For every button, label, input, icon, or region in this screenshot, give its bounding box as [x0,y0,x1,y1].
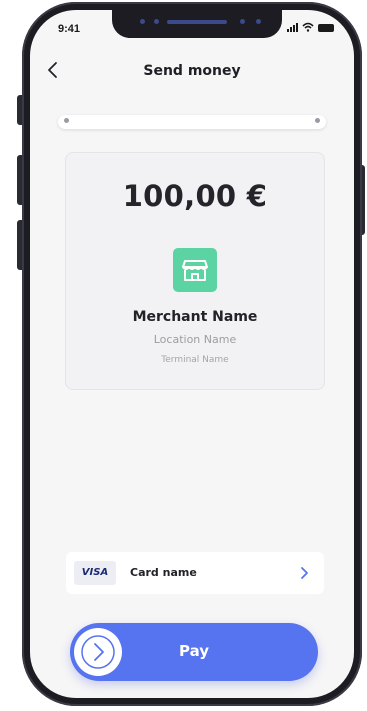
visa-logo: VISA [74,561,116,585]
progress-start-dot [64,118,69,123]
sensor-dot [154,19,159,24]
sensor-dot [140,19,145,24]
speaker-grille [167,20,227,24]
location-name: Location Name [153,333,237,346]
status-time: 9:41 [58,23,81,35]
front-camera [256,19,261,24]
progress-track [58,115,326,129]
phone-screen: 9:41 Send money 100,00 € Merchant Name L… [30,10,354,698]
wifi-icon [302,22,314,32]
notch [112,10,282,38]
chevron-right-icon [301,567,308,579]
signal-icon [287,23,298,32]
merchant-logo [173,248,217,292]
merchant-name: Merchant Name [132,309,258,325]
payment-card-selector[interactable]: VISA Card name [66,552,324,594]
terminal-name: Terminal Name [161,355,229,365]
header: Send money [30,54,354,88]
page-title: Send money [143,63,241,79]
payment-amount: 100,00 € [122,179,268,213]
screen: 9:41 Send money 100,00 € Merchant Name L… [0,0,367,711]
status-bar: 9:41 [30,10,354,50]
status-icons [287,22,334,32]
pay-label: Pay [178,642,210,660]
sensor-dot [240,19,245,24]
store-icon [182,260,208,281]
phone-frame: 9:41 Send money 100,00 € Merchant Name L… [22,2,362,706]
pay-button[interactable]: Pay [70,623,318,681]
merchant-card: 100,00 € Merchant Name Location Name Ter… [65,152,325,390]
card-name: Card name [130,566,197,579]
battery-icon [318,24,334,32]
progress-end-dot [315,118,320,123]
